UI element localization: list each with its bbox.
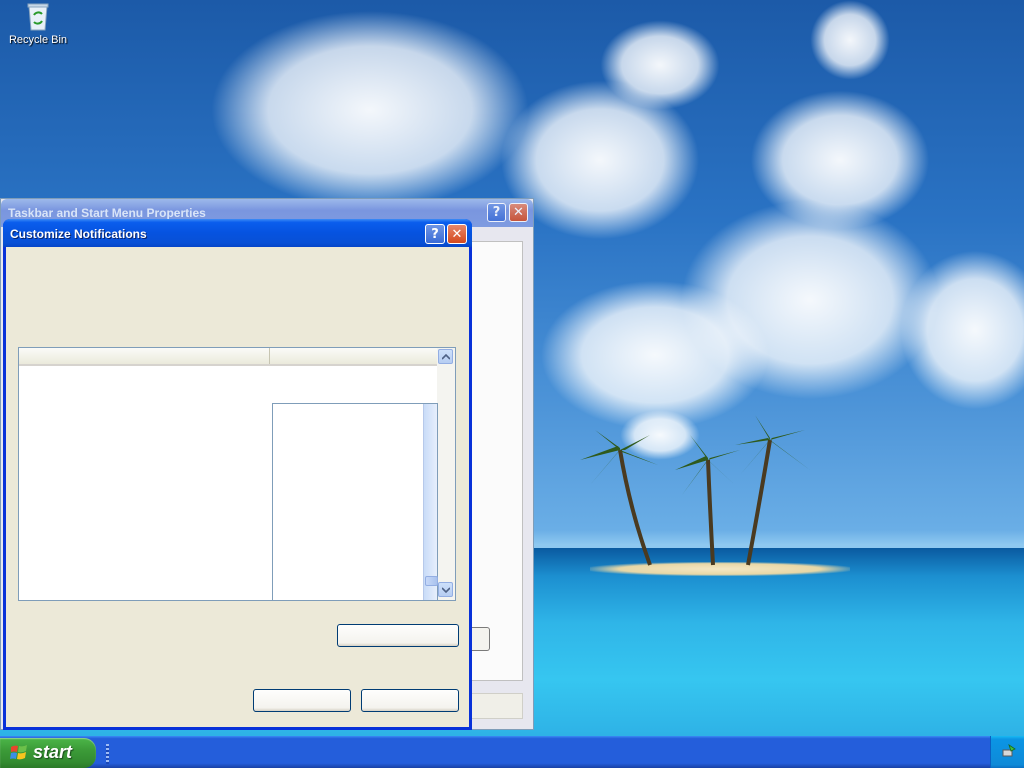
help-button[interactable]: ? <box>487 203 506 222</box>
list-header <box>19 348 437 366</box>
desktop-icon-label: Recycle Bin <box>8 34 68 46</box>
chevron-up-icon <box>441 353 450 360</box>
start-label: start <box>33 742 73 762</box>
customize-button[interactable] <box>471 627 490 651</box>
customize-notifications-dialog: Customize Notifications ? ✕ <box>3 219 472 730</box>
cancel-button[interactable] <box>361 689 459 712</box>
ok-button[interactable] <box>253 689 351 712</box>
start-button[interactable]: start <box>0 738 96 768</box>
toolbar-grip[interactable] <box>106 744 109 764</box>
restore-defaults-button[interactable] <box>337 624 459 647</box>
dropdown-scrollbar[interactable] <box>423 404 437 600</box>
dialog-title: Customize Notifications <box>10 227 147 241</box>
dialog-close-button[interactable]: ✕ <box>447 224 467 244</box>
scroll-up-button[interactable] <box>438 349 453 364</box>
close-button[interactable]: ✕ <box>509 203 528 222</box>
dropdown-scroll-thumb[interactable] <box>425 576 438 586</box>
system-tray <box>990 736 1024 768</box>
palm-trees <box>580 415 810 566</box>
back-window-apply-button[interactable] <box>471 693 523 719</box>
windows-logo-icon <box>10 745 27 760</box>
back-window-panel <box>471 241 523 681</box>
dialog-titlebar[interactable]: Customize Notifications ? ✕ <box>3 219 472 247</box>
column-header-name[interactable] <box>19 348 270 364</box>
scroll-down-button[interactable] <box>438 582 453 597</box>
dialog-help-button[interactable]: ? <box>425 224 445 244</box>
dialog-body <box>6 247 469 727</box>
recycle-bin-icon <box>27 3 49 31</box>
column-header-behavior[interactable] <box>270 348 436 364</box>
taskbar <box>0 736 1024 768</box>
chevron-down-icon <box>441 586 450 593</box>
back-window-title: Taskbar and Start Menu Properties <box>8 206 206 220</box>
list-scrollbar[interactable] <box>437 348 455 600</box>
safely-remove-hardware-icon[interactable] <box>1001 744 1016 759</box>
desktop-icon-recycle-bin[interactable]: Recycle Bin <box>6 2 70 46</box>
notifications-list[interactable] <box>18 347 456 601</box>
behavior-dropdown-list[interactable] <box>272 403 438 601</box>
